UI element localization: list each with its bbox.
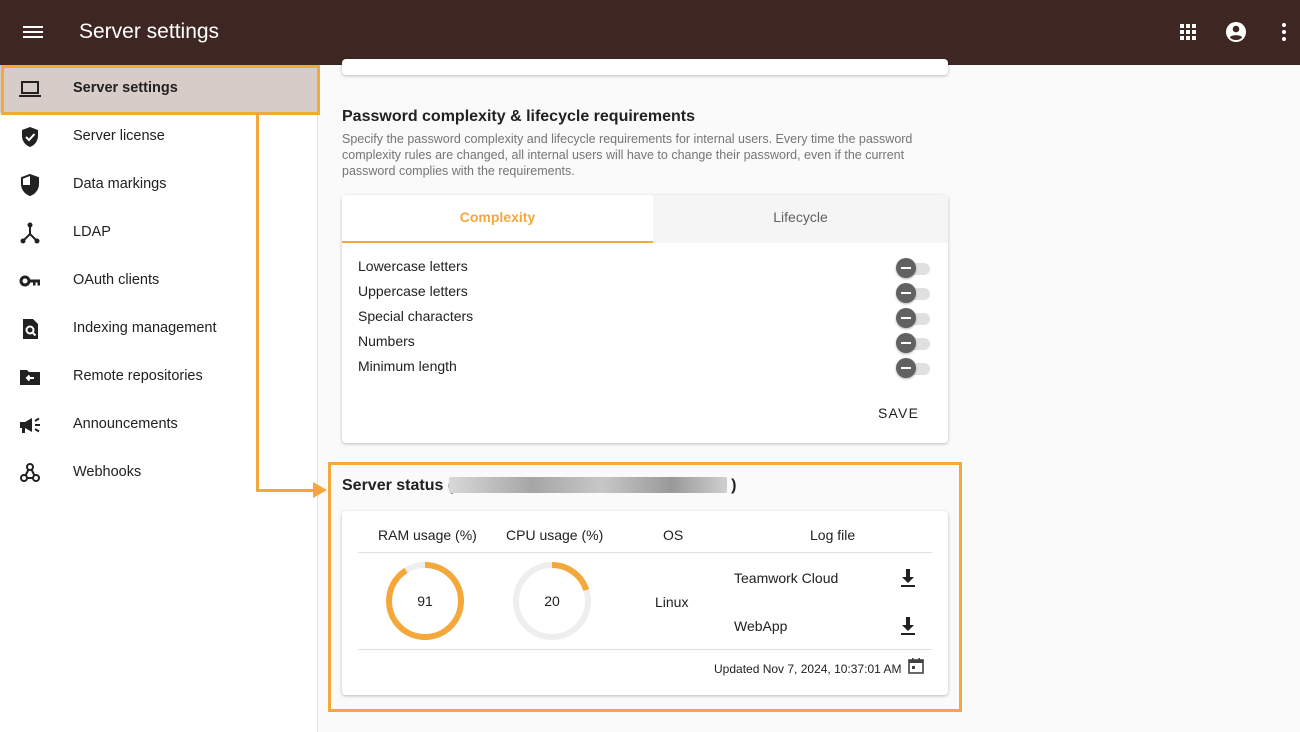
sidebar: Server settings Server license Data mark…: [0, 65, 318, 732]
previous-card: [342, 59, 948, 75]
numbers-toggle[interactable]: [896, 333, 932, 353]
minimum-length-toggle[interactable]: [896, 358, 932, 378]
redacted-server-address: [449, 477, 727, 493]
cpu-usage-header: CPU usage (%): [506, 527, 604, 543]
webhook-icon: [18, 461, 42, 485]
tab-complexity[interactable]: Complexity: [342, 195, 653, 243]
log-file-teamwork-cloud: Teamwork Cloud: [734, 570, 839, 586]
megaphone-icon: [18, 413, 42, 437]
download-icon[interactable]: [896, 614, 920, 638]
server-status-title-prefix: Server status (: [342, 477, 454, 494]
sidebar-item-label: OAuth clients: [73, 272, 160, 288]
option-lowercase-letters: Lowercase letters: [358, 255, 932, 280]
connector-line-vertical: [256, 115, 259, 492]
option-numbers: Numbers: [358, 330, 932, 355]
sidebar-item-label: Server license: [73, 128, 165, 144]
apps-grid-icon[interactable]: [1176, 20, 1200, 44]
option-uppercase-letters: Uppercase letters: [358, 280, 932, 305]
account-circle-icon[interactable]: [1224, 20, 1248, 44]
option-label: Numbers: [358, 333, 415, 349]
os-value: Linux: [655, 594, 689, 610]
ram-usage-header: RAM usage (%): [378, 527, 477, 543]
option-special-characters: Special characters: [358, 305, 932, 330]
sidebar-item-label: Remote repositories: [73, 368, 203, 384]
uppercase-toggle[interactable]: [896, 283, 932, 303]
verified-shield-icon: [18, 125, 42, 149]
sidebar-item-announcements[interactable]: Announcements: [0, 401, 318, 449]
folder-arrow-icon: [18, 365, 42, 389]
sidebar-item-server-settings[interactable]: Server settings: [0, 65, 318, 113]
save-button[interactable]: SAVE: [878, 405, 919, 421]
document-search-icon: [18, 317, 42, 341]
password-section-title: Password complexity & lifecycle requirem…: [342, 108, 696, 125]
main-content: Password complexity & lifecycle requirem…: [319, 59, 1300, 732]
app-title: Server settings: [79, 20, 220, 43]
sidebar-item-label: Server settings: [73, 80, 178, 96]
os-header: OS: [663, 527, 684, 543]
sidebar-item-label: LDAP: [73, 224, 111, 240]
footer-divider: [358, 649, 932, 650]
laptop-icon: [18, 77, 42, 101]
sidebar-item-label: Indexing management: [73, 320, 217, 336]
sidebar-item-server-license[interactable]: Server license: [0, 113, 318, 161]
ram-usage-value: 91: [417, 593, 433, 609]
sidebar-item-label: Webhooks: [73, 464, 142, 480]
password-tabs: Complexity Lifecycle: [342, 195, 948, 243]
sidebar-item-label: Data markings: [73, 176, 167, 192]
log-file-webapp: WebApp: [734, 618, 788, 634]
option-label: Lowercase letters: [358, 258, 468, 274]
download-icon[interactable]: [896, 566, 920, 590]
option-label: Minimum length: [358, 358, 457, 374]
more-vert-icon[interactable]: [1272, 20, 1296, 44]
updated-timestamp: Updated Nov 7, 2024, 10:37:01 AM: [714, 662, 902, 676]
app-bar: Server settings: [0, 0, 1300, 65]
tab-lifecycle[interactable]: Lifecycle: [653, 195, 948, 243]
lowercase-toggle[interactable]: [896, 258, 932, 278]
sidebar-item-remote-repositories[interactable]: Remote repositories: [0, 353, 318, 401]
option-label: Special characters: [358, 308, 474, 324]
sidebar-item-ldap[interactable]: LDAP: [0, 209, 318, 257]
special-characters-toggle[interactable]: [896, 308, 932, 328]
server-status-title-suffix: ): [731, 477, 737, 494]
connector-arrow-head: [313, 482, 327, 498]
cpu-usage-value: 20: [544, 593, 560, 609]
sidebar-item-indexing-management[interactable]: Indexing management: [0, 305, 318, 353]
server-status-card: RAM usage (%) CPU usage (%) OS Log file …: [342, 511, 948, 695]
calendar-icon[interactable]: [906, 656, 926, 676]
option-minimum-length: Minimum length: [358, 355, 932, 380]
menu-icon[interactable]: [20, 20, 46, 44]
password-card: Complexity Lifecycle Lowercase letters U…: [342, 195, 948, 443]
sidebar-item-label: Announcements: [73, 416, 178, 432]
sidebar-item-oauth-clients[interactable]: OAuth clients: [0, 257, 318, 305]
connector-line-horizontal: [256, 489, 316, 492]
network-nodes-icon: [18, 221, 42, 245]
sidebar-item-data-markings[interactable]: Data markings: [0, 161, 318, 209]
key-icon: [18, 269, 42, 293]
half-shield-icon: [18, 173, 42, 197]
header-divider: [358, 552, 932, 553]
option-label: Uppercase letters: [358, 283, 468, 299]
log-file-header: Log file: [810, 527, 856, 543]
password-section-description: Specify the password complexity and life…: [342, 132, 913, 178]
